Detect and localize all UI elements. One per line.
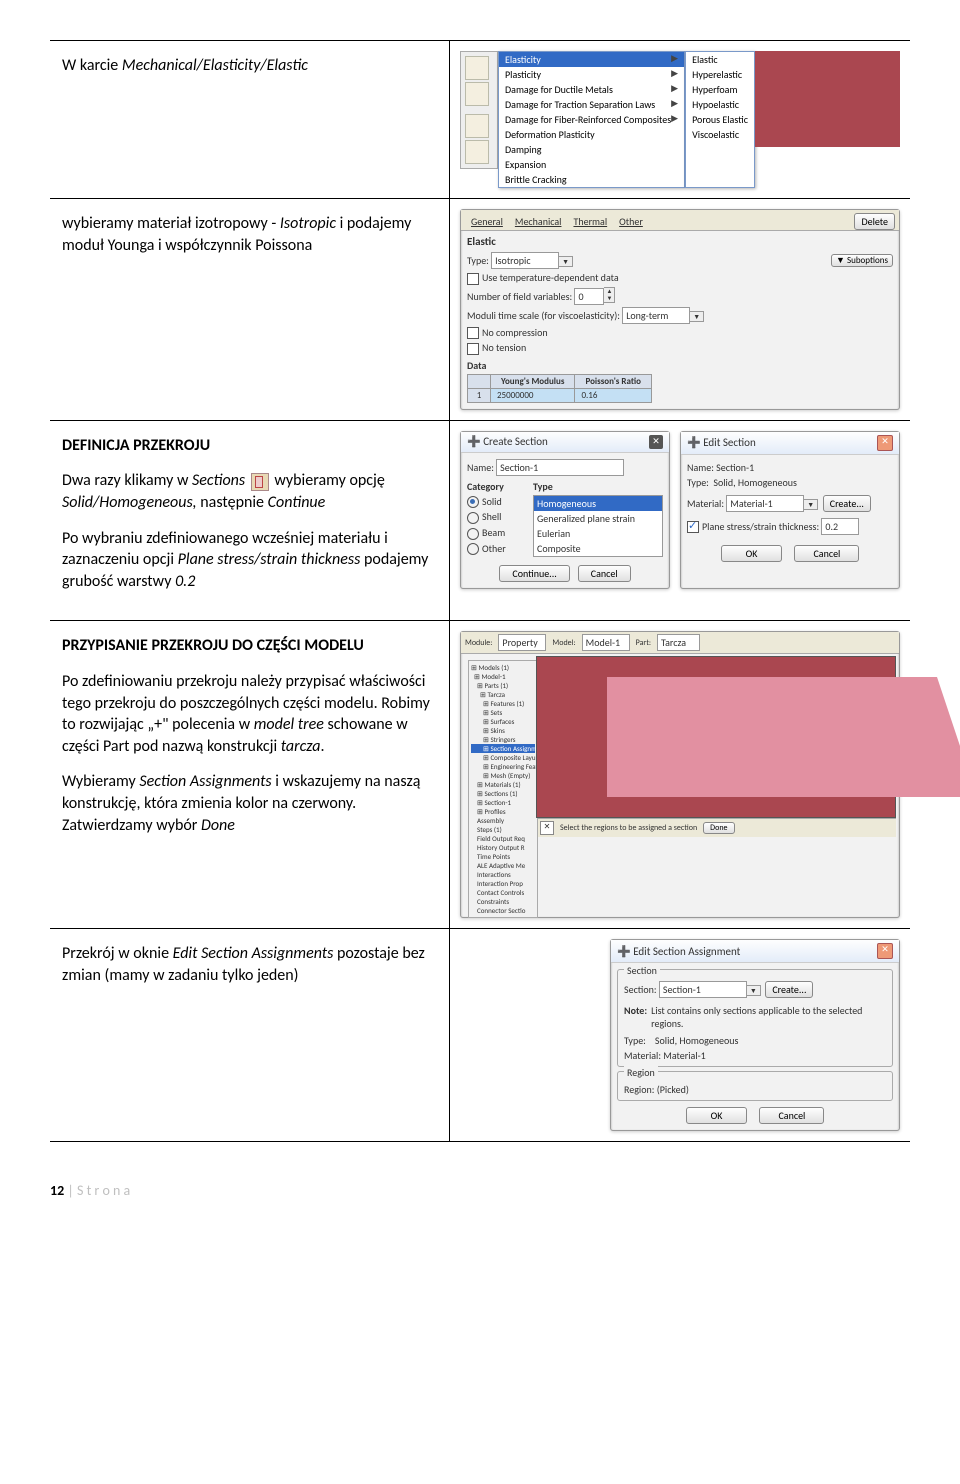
poisson-ratio-input[interactable]: 0.16 (575, 388, 652, 402)
cancel-button[interactable]: Cancel (578, 565, 631, 582)
model-tree[interactable]: ⊞ Models (1)⊞ Model-1⊞ Parts (1)⊞ Tarcza… (468, 660, 538, 918)
tab-mechanical[interactable]: Mechanical (509, 213, 568, 230)
elasticity-submenu[interactable]: Elastic Hyperelastic Hyperfoam Hypoelast… (685, 51, 755, 188)
section-select[interactable]: Section-1 (659, 981, 747, 998)
temp-dependent-chk[interactable] (467, 273, 479, 285)
heading-przypisanie-przekroju: PRZYPISANIE PRZEKROJU DO CZĘŚCI MODELU (62, 635, 437, 657)
no-compression-chk[interactable] (467, 327, 479, 339)
tab-other[interactable]: Other (613, 213, 649, 230)
page-footer: 12 | S t r o n a (50, 1182, 910, 1199)
ok-button[interactable]: OK (686, 1107, 748, 1124)
no-tension-chk[interactable] (467, 343, 479, 355)
continue-button[interactable]: Continue... (499, 565, 569, 582)
close-icon[interactable]: ✕ (877, 943, 893, 959)
cat-shell-radio[interactable] (467, 512, 479, 524)
tool-icon[interactable] (465, 82, 489, 106)
edit-section-assignment-dialog: ➕ Edit Section Assignment✕ Section Secti… (610, 939, 900, 1131)
delete-button[interactable]: Delete (854, 213, 895, 230)
type-gps[interactable]: Generalized plane strain (534, 511, 662, 526)
tab-general[interactable]: General (465, 213, 509, 230)
r1-text: W karcie (62, 56, 118, 75)
r1-path: Mechanical/Elasticity/Elastic (122, 56, 308, 75)
close-icon[interactable]: ✕ (877, 435, 893, 451)
create-section-button[interactable]: Create... (765, 981, 813, 998)
type-eulerian[interactable]: Eulerian (534, 526, 662, 541)
done-button[interactable]: Done (703, 822, 734, 834)
viewport-window: Module:Property Model:Model-1 Part:Tarcz… (460, 631, 900, 918)
moduli-select[interactable]: Long-term (622, 307, 690, 324)
suboptions-button[interactable]: ▼ Suboptions (831, 254, 893, 267)
tool-icon[interactable] (465, 140, 489, 164)
tool-icon[interactable] (465, 56, 489, 80)
toolbar (460, 51, 498, 169)
type-homogeneous[interactable]: Homogeneous (534, 496, 662, 511)
type-composite[interactable]: Composite (534, 541, 662, 556)
sections-icon (251, 473, 269, 491)
create-section-dialog: ➕ Create Section✕ Name: Section-1 Catego… (460, 431, 670, 589)
section-name-input[interactable]: Section-1 (496, 459, 624, 476)
cat-beam-radio[interactable] (467, 528, 479, 540)
edit-section-dialog: ➕ Edit Section✕ Name: Section-1 Type: So… (680, 431, 900, 589)
create-material-button[interactable]: Create... (823, 495, 871, 512)
tab-thermal[interactable]: Thermal (567, 213, 613, 230)
type-select[interactable]: Isotropic (491, 252, 559, 269)
field-vars-input[interactable]: 0 (574, 288, 604, 305)
material-behavior-menu[interactable]: Elasticity▶ Plasticity▶ Damage for Ducti… (498, 51, 685, 188)
pss-chk[interactable] (687, 521, 699, 533)
elastic-material-dialog: General Mechanical Thermal Other Delete … (460, 209, 900, 410)
heading-definicja-przekroju: DEFINICJA PRZEKROJU (62, 435, 437, 457)
cat-other-radio[interactable] (467, 543, 479, 555)
viewport[interactable] (536, 656, 896, 818)
cancel-button[interactable]: Cancel (794, 545, 859, 562)
tool-icon[interactable] (465, 114, 489, 138)
ok-button[interactable]: OK (721, 545, 783, 562)
young-modulus-input[interactable]: 25000000 (491, 388, 575, 402)
cat-solid-radio[interactable] (467, 496, 479, 508)
material-select[interactable]: Material-1 (726, 495, 804, 512)
cancel-button[interactable]: Cancel (759, 1107, 824, 1124)
pss-input[interactable]: 0.2 (821, 518, 859, 535)
